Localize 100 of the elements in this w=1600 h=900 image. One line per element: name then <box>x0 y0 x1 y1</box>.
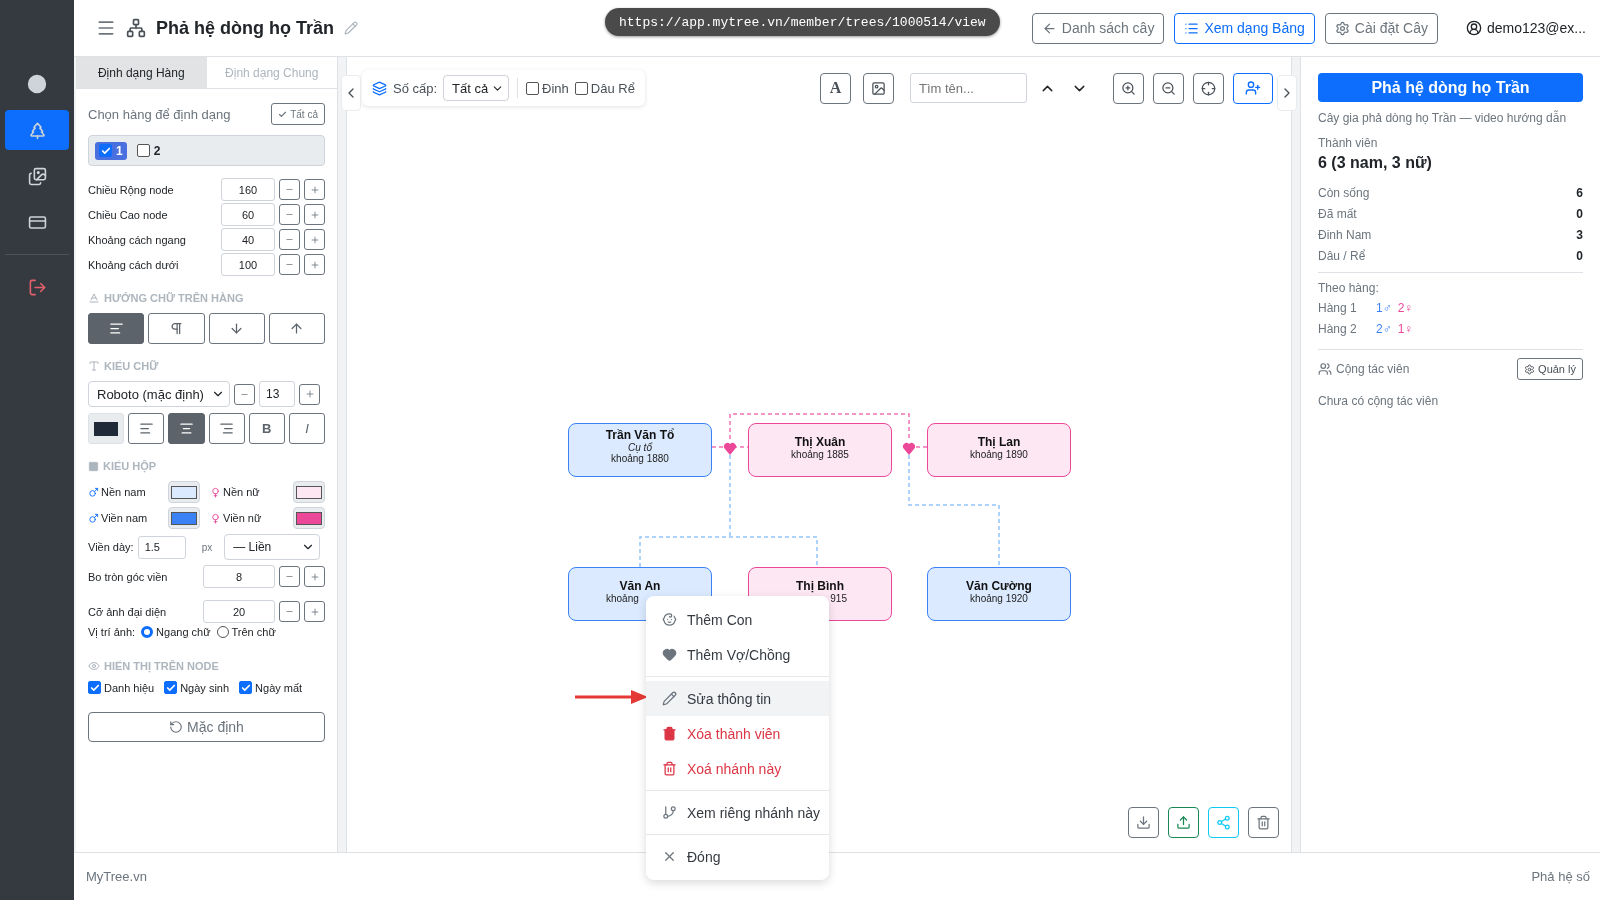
header-button[interactable]: Xem dạng Bảng <box>1174 12 1315 44</box>
checkbox-option[interactable]: Ngày mất <box>239 681 303 694</box>
row-label: Hàng 1 <box>1318 300 1358 315</box>
person-node[interactable]: Trần Văn Tổ Cụ tổ khoảng 1880 <box>568 423 712 477</box>
plus-button[interactable] <box>304 566 325 587</box>
minus-button[interactable] <box>279 566 300 587</box>
zoom-out-button[interactable] <box>1153 72 1184 104</box>
header-button[interactable]: Danh sách cây <box>1031 12 1165 44</box>
plus-button[interactable] <box>304 204 325 225</box>
filter-checkbox[interactable]: Dâu Rể <box>574 80 635 96</box>
search-field[interactable]: Tìm tên... <box>910 73 1027 103</box>
download-button[interactable] <box>1128 807 1159 838</box>
filter-checkbox[interactable]: Đinh <box>526 80 569 96</box>
menu-item[interactable]: Đóng <box>646 839 829 874</box>
person-node[interactable]: Thị Lan khoảng 1890 <box>927 423 1071 477</box>
align-button[interactable] <box>208 413 245 444</box>
direction-button[interactable] <box>88 313 145 344</box>
radio-option[interactable]: Ngang chữ <box>141 626 211 638</box>
radius-field[interactable]: 8 <box>203 565 275 588</box>
stat-value: 0 <box>1576 206 1583 221</box>
number-field[interactable]: 100 <box>221 253 275 276</box>
align-button[interactable] <box>168 413 205 444</box>
menu-item[interactable]: Xoá nhánh này <box>646 751 829 786</box>
center-button[interactable] <box>1193 72 1224 104</box>
plus-button[interactable] <box>299 383 320 405</box>
border-width-field[interactable]: 1.5 <box>137 535 186 559</box>
user-menu[interactable]: demo123@ex... <box>1465 20 1586 36</box>
unit-label: px <box>201 541 213 553</box>
manage-button[interactable]: Quản lý <box>1517 358 1583 380</box>
person-node[interactable]: Văn Cường khoảng 1920 <box>927 567 1071 621</box>
italic-button[interactable]: I <box>288 413 326 444</box>
minus-button[interactable] <box>279 254 300 275</box>
menu-item[interactable]: Thêm Con <box>646 602 829 637</box>
levels-select[interactable]: Tất cả <box>443 75 510 101</box>
direction-button[interactable] <box>148 313 205 344</box>
font-color-button[interactable] <box>88 413 125 444</box>
image-button[interactable] <box>863 72 894 104</box>
person-node[interactable]: Thị Xuân khoảng 1885 <box>748 423 892 477</box>
border-style-select[interactable]: — Liền <box>224 534 321 560</box>
plus-button[interactable] <box>304 229 325 250</box>
person-name: Văn An <box>619 579 661 593</box>
stat-label: Còn sống <box>1318 185 1370 200</box>
color-picker[interactable] <box>293 507 325 529</box>
person-date: khoảng 1920 <box>970 593 1028 604</box>
subtitle: Cây gia phả dòng họ Trần — video hướng dẫn <box>1318 111 1568 125</box>
upload-button[interactable] <box>1168 807 1199 838</box>
select-all-button[interactable]: Tất cả <box>271 103 325 125</box>
number-field[interactable]: 60 <box>221 203 275 226</box>
person-date: khoảng 1890 <box>970 449 1028 460</box>
number-field[interactable]: 160 <box>221 178 275 201</box>
font-size-field[interactable]: 13 <box>259 381 295 407</box>
plus-button[interactable] <box>304 179 325 200</box>
trash-icon <box>1256 815 1271 830</box>
checkbox-option[interactable]: Danh hiệu <box>88 681 155 694</box>
text-button[interactable]: A <box>820 72 851 104</box>
page-title: Phả hệ dòng họ Trần <box>156 17 334 39</box>
add-member-button[interactable] <box>1233 72 1273 104</box>
tree-title-button[interactable]: Phả hệ dòng họ Trần <box>1318 73 1583 102</box>
plus-button[interactable] <box>304 254 325 275</box>
font-select[interactable]: Roboto (mặc định) <box>88 381 230 407</box>
bold-button[interactable]: B <box>248 413 285 444</box>
align-button[interactable] <box>128 413 165 444</box>
color-picker[interactable] <box>168 481 200 503</box>
user-icon <box>1465 20 1482 36</box>
menu-item[interactable]: Xem riêng nhánh này <box>646 795 829 830</box>
row-chip[interactable]: 2 <box>132 141 165 160</box>
color-picker[interactable] <box>168 507 200 529</box>
stat-value: 0 <box>1576 248 1583 263</box>
heart-icon <box>723 442 737 455</box>
number-field[interactable]: 40 <box>221 228 275 251</box>
delete-button[interactable] <box>1248 807 1279 838</box>
person-date: khoảng 1885 <box>791 449 849 460</box>
direction-button[interactable] <box>208 313 265 344</box>
menu-icon[interactable] <box>96 18 116 38</box>
branch-icon <box>662 805 677 820</box>
direction-button[interactable] <box>268 313 325 344</box>
plus-icon <box>309 606 320 617</box>
color-picker[interactable] <box>293 481 325 503</box>
minus-button[interactable] <box>279 229 300 250</box>
checkbox-option[interactable]: Ngày sinh <box>164 681 230 694</box>
arrow-down-icon <box>229 321 245 336</box>
zoom-in-button[interactable] <box>1113 72 1144 104</box>
minus-button[interactable] <box>234 383 255 405</box>
plus-button[interactable] <box>304 601 325 622</box>
reset-button[interactable]: Mặc định <box>88 712 325 742</box>
baby-icon <box>662 612 677 627</box>
minus-button[interactable] <box>279 601 300 622</box>
menu-item[interactable]: Thêm Vợ/Chồng <box>646 637 829 672</box>
minus-button[interactable] <box>279 179 300 200</box>
layers-icon <box>372 80 387 96</box>
tab[interactable]: Định dạng Hàng <box>76 57 207 88</box>
header-button[interactable]: Cài đặt Cây <box>1324 12 1438 44</box>
align-left-icon <box>108 321 124 336</box>
minus-button[interactable] <box>279 204 300 225</box>
radio-option[interactable]: Trên chữ <box>216 626 276 638</box>
trash-icon <box>662 726 677 741</box>
avatar-size-field[interactable]: 20 <box>203 600 275 623</box>
menu-item[interactable]: Xóa thành viên <box>646 716 829 751</box>
menu-item[interactable]: Sửa thông tin <box>646 681 829 716</box>
row-chip[interactable]: 1 <box>95 141 127 160</box>
